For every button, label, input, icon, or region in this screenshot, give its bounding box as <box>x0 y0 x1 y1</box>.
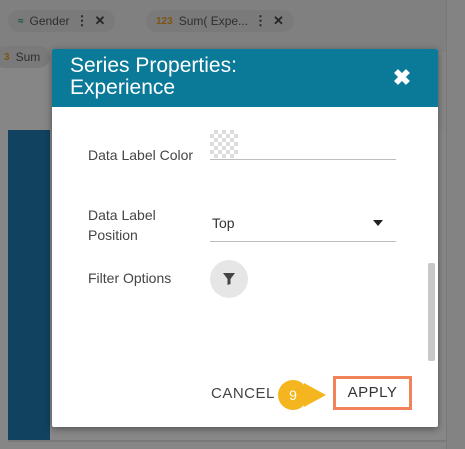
color-field-underline <box>210 159 396 160</box>
filter-options-label: Filter Options <box>88 270 172 286</box>
cancel-button[interactable]: CANCEL <box>211 385 275 402</box>
dialog-title: Series Properties: Experience <box>70 55 370 99</box>
filter-icon <box>223 273 235 285</box>
data-label-position-label-line1: Data Label <box>88 207 156 223</box>
position-select[interactable]: Top <box>212 215 235 231</box>
tutorial-step-badge: 9 <box>278 380 308 410</box>
chevron-down-icon[interactable] <box>373 220 383 226</box>
data-label-position-label-line2: Position <box>88 227 138 243</box>
dialog-title-line1: Series Properties: <box>70 54 237 77</box>
data-label-position-label: Data Label Position <box>88 205 156 245</box>
apply-button[interactable]: APPLY <box>336 379 409 407</box>
apply-highlight: APPLY <box>333 376 412 410</box>
filter-button[interactable] <box>210 260 248 298</box>
dialog-header: Series Properties: Experience ✖ <box>52 49 438 107</box>
series-properties-dialog: Series Properties: Experience ✖ Data Lab… <box>52 49 438 427</box>
color-swatch[interactable] <box>210 130 238 158</box>
close-icon[interactable]: ✖ <box>391 67 413 89</box>
dialog-scrollbar[interactable] <box>428 263 435 361</box>
position-select-underline <box>210 241 396 242</box>
dialog-title-line2: Experience <box>70 76 176 99</box>
data-label-color-label: Data Label Color <box>88 147 194 163</box>
